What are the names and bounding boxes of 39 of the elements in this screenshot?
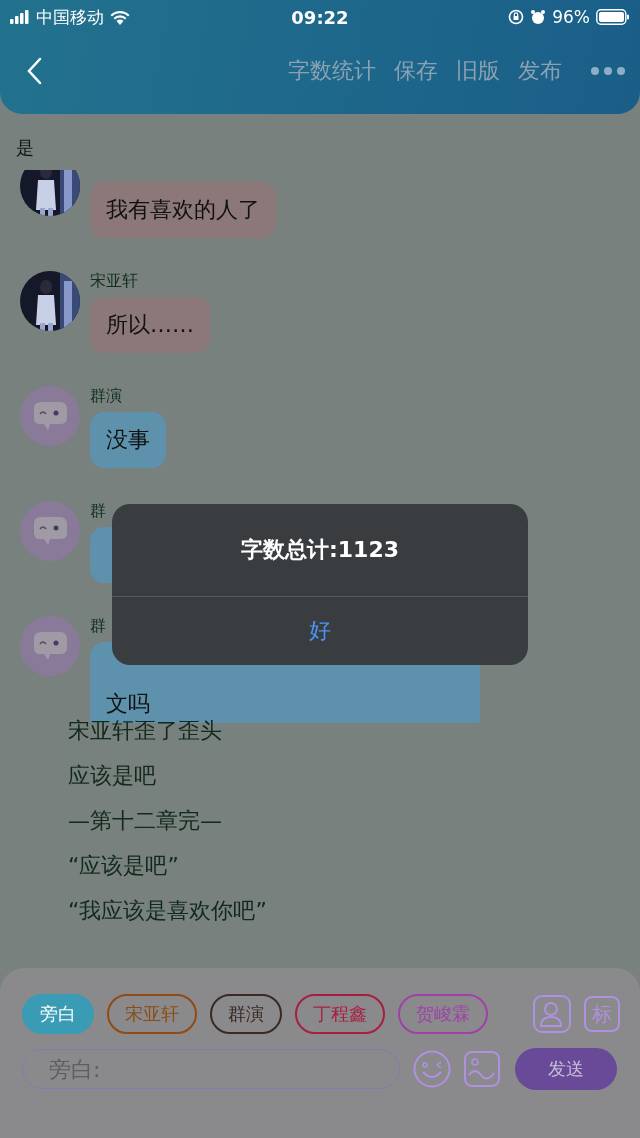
battery-percent: 96% <box>552 7 590 27</box>
emoji-icon[interactable] <box>413 1050 451 1088</box>
send-button[interactable]: 发送 <box>515 1048 617 1090</box>
header-action[interactable]: 发布 <box>518 56 562 86</box>
person-icon[interactable] <box>533 995 571 1033</box>
header-action[interactable]: 保存 <box>394 56 438 86</box>
message-bubble: 我有喜欢的人了 <box>90 182 276 238</box>
wifi-icon <box>110 9 130 25</box>
more-icon[interactable] <box>590 66 626 76</box>
battery-icon <box>596 9 630 25</box>
narration-text: 是 <box>15 136 35 160</box>
role-chip[interactable]: 宋亚轩 <box>107 994 197 1034</box>
narration-text: “我应该是喜欢你吧” <box>68 897 268 925</box>
sender-name: 群 <box>90 616 106 635</box>
tag-button[interactable]: 标 <box>584 996 620 1032</box>
image-icon[interactable] <box>464 1051 500 1087</box>
chat-face-icon <box>20 616 80 676</box>
message-bubble: 所以…… <box>90 297 210 353</box>
header-action[interactable]: 旧版 <box>456 56 500 86</box>
role-chip[interactable]: 贺峻霖 <box>398 994 488 1034</box>
chat-face-icon <box>20 386 80 446</box>
sender-name: 群 <box>90 501 106 520</box>
rotation-lock-icon <box>508 9 525 25</box>
narration-text: 应该是吧 <box>68 762 157 790</box>
sender-name: 群演 <box>90 386 122 405</box>
role-chip[interactable]: 丁程鑫 <box>295 994 385 1034</box>
role-chip[interactable]: 群演 <box>210 994 282 1034</box>
carrier-name: 中国移动 <box>36 5 104 29</box>
dialog-title: 字数总计:1123 <box>112 504 528 597</box>
message-bubble: 没事 <box>90 412 166 468</box>
clock-time: 09:22 <box>291 6 349 28</box>
signal-icon <box>10 10 30 24</box>
role-chip[interactable]: 旁白 <box>22 994 94 1034</box>
narration-text: —第十二章完— <box>68 807 223 835</box>
header-action[interactable]: 字数统计 <box>288 56 376 86</box>
back-icon[interactable] <box>26 57 42 85</box>
narration-text: “应该是吧” <box>68 852 180 880</box>
chat-face-icon <box>20 501 80 561</box>
sender-name: 宋亚轩 <box>90 271 138 290</box>
